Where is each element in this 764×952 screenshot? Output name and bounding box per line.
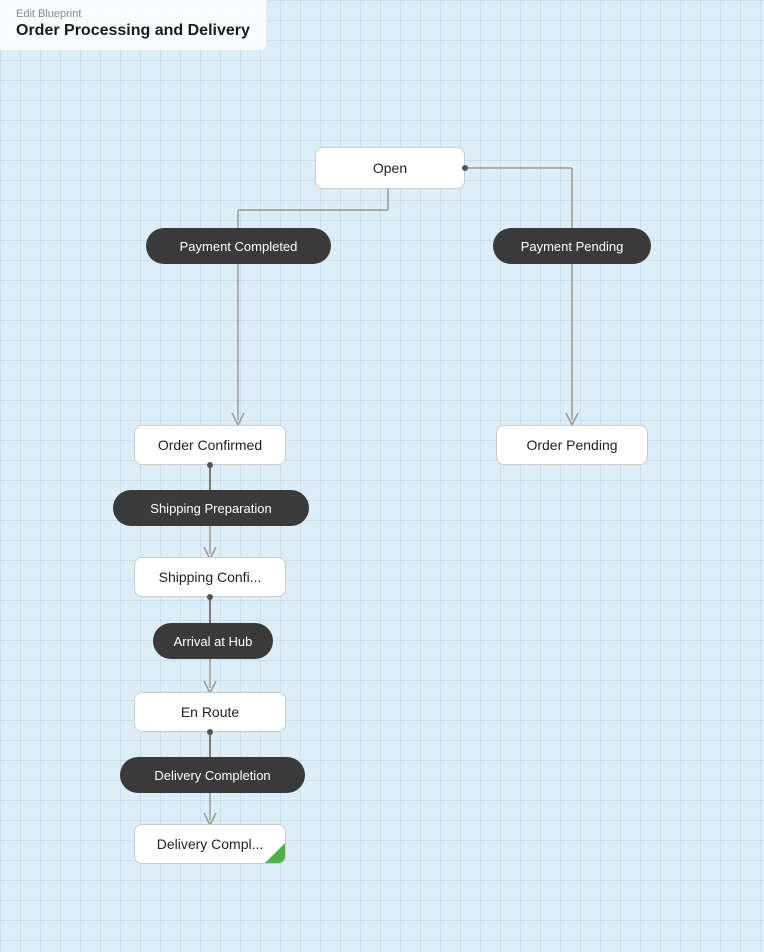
delivery-completed-label: Delivery Compl... (157, 836, 264, 852)
header-subtitle: Edit Blueprint (16, 8, 250, 20)
shipping-confirmed-node[interactable]: Shipping Confi... (134, 557, 286, 597)
payment-pending-label: Payment Pending (521, 239, 624, 254)
payment-completed-label: Payment Completed (180, 239, 298, 254)
green-corner-indicator (265, 843, 285, 863)
shipping-preparation-node[interactable]: Shipping Preparation (113, 490, 309, 526)
header-title: Order Processing and Delivery (16, 22, 250, 40)
order-confirmed-label: Order Confirmed (158, 437, 262, 453)
delivery-completion-label: Delivery Completion (154, 768, 270, 783)
payment-pending-node[interactable]: Payment Pending (493, 228, 651, 264)
arrival-at-hub-label: Arrival at Hub (174, 634, 253, 649)
shipping-confirmed-label: Shipping Confi... (159, 569, 262, 585)
en-route-node[interactable]: En Route (134, 692, 286, 732)
order-confirmed-node[interactable]: Order Confirmed (134, 425, 286, 465)
payment-completed-node[interactable]: Payment Completed (146, 228, 331, 264)
en-route-label: En Route (181, 704, 239, 720)
order-pending-node[interactable]: Order Pending (496, 425, 648, 465)
open-node-label: Open (373, 160, 407, 176)
open-node[interactable]: Open (315, 147, 465, 189)
header: Edit Blueprint Order Processing and Deli… (0, 0, 266, 50)
connectors-svg (0, 0, 764, 952)
delivery-completion-node[interactable]: Delivery Completion (120, 757, 305, 793)
arrival-at-hub-node[interactable]: Arrival at Hub (153, 623, 273, 659)
blueprint-canvas: Edit Blueprint Order Processing and Deli… (0, 0, 764, 952)
shipping-preparation-label: Shipping Preparation (150, 501, 271, 516)
order-pending-label: Order Pending (526, 437, 617, 453)
delivery-completed-node[interactable]: Delivery Compl... (134, 824, 286, 864)
